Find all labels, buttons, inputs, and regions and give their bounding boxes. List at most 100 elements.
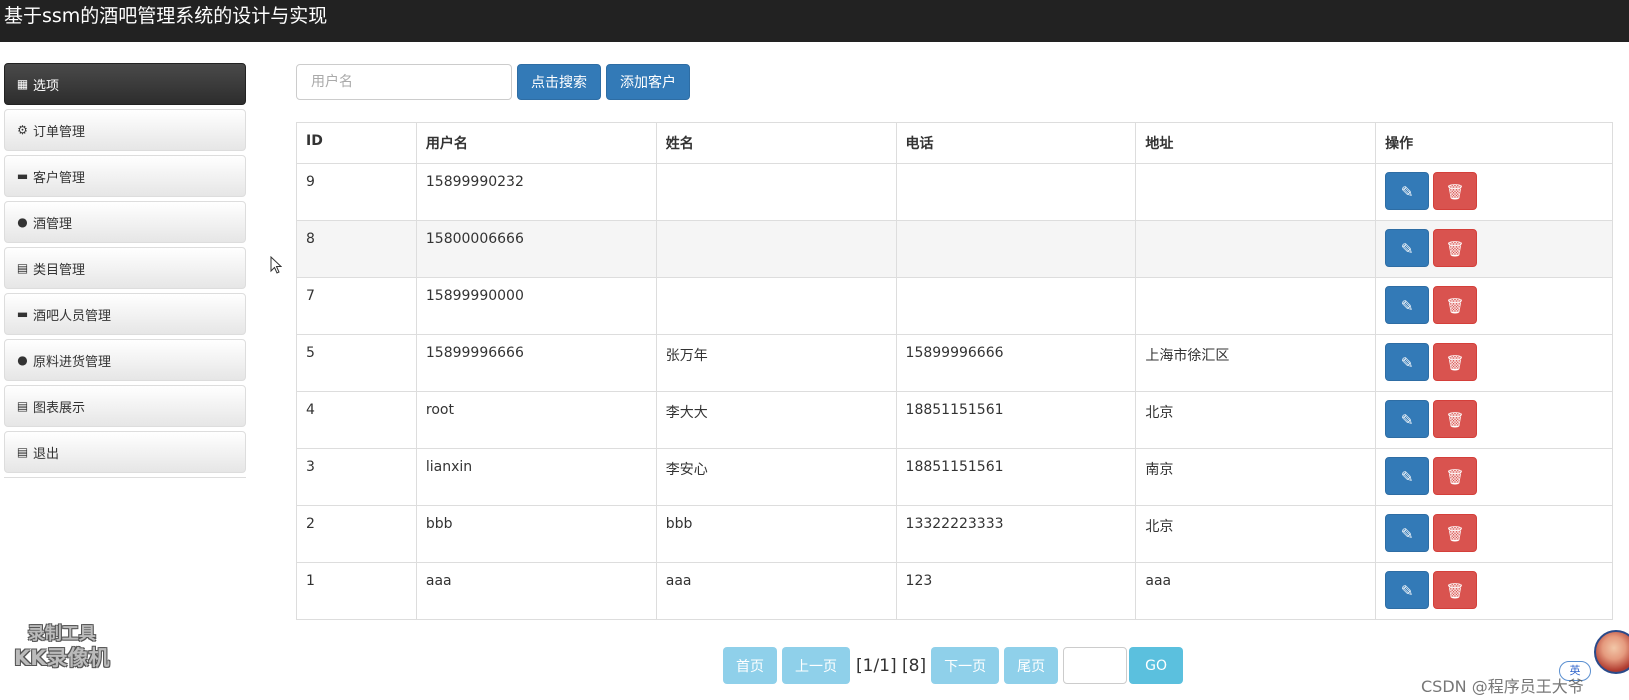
edit-button[interactable]: ✎ (1385, 514, 1430, 552)
table-row: 8 15800006666 ✎ 🗑 (296, 220, 1613, 278)
sidebar-item-label: 选项 (33, 78, 60, 94)
pencil-icon: ✎ (1400, 525, 1414, 543)
cell-username: 15899990000 (415, 277, 657, 335)
cell-username: 15899990232 (415, 163, 657, 221)
cell-address (1135, 277, 1377, 335)
edit-button[interactable]: ✎ (1385, 571, 1430, 609)
next-page-button[interactable]: 下一页 (931, 647, 1000, 684)
cell-address: 北京 (1135, 391, 1377, 449)
trash-icon: 🗑 (1445, 240, 1465, 258)
edit-button[interactable]: ✎ (1385, 343, 1430, 381)
cell-id: 7 (296, 277, 417, 335)
delete-button[interactable]: 🗑 (1433, 457, 1478, 495)
cell-actions: ✎ 🗑 (1375, 391, 1613, 449)
sidebar-item-label: 图表展示 (33, 400, 86, 416)
add-customer-button[interactable]: 添加客户 (606, 64, 690, 100)
column-header-phone: 电话 (895, 122, 1137, 164)
trash-icon: 🗑 (1445, 297, 1465, 315)
last-page-button[interactable]: 尾页 (1004, 647, 1059, 684)
table-row: 9 15899990232 ✎ 🗑 (296, 163, 1613, 221)
sidebar-item-customers[interactable]: ▬ 客户管理 (4, 155, 246, 197)
recorder-watermark: 录制工具 KK录像机 (14, 622, 110, 670)
cell-actions: ✎ 🗑 (1375, 505, 1613, 563)
page-number-input[interactable] (1063, 647, 1128, 684)
sidebar-item-orders[interactable]: ⚙ 订单管理 (4, 109, 246, 151)
prev-page-button[interactable]: 上一页 (782, 647, 850, 684)
delete-button[interactable]: 🗑 (1433, 514, 1478, 552)
table-header-row: ID 用户名 姓名 电话 地址 操作 (296, 122, 1613, 164)
cell-id: 2 (296, 505, 417, 563)
credit-card-icon: ▬ (16, 307, 29, 321)
cell-address: 北京 (1135, 505, 1377, 563)
cell-address (1135, 163, 1377, 221)
cell-name: bbb (655, 505, 897, 563)
calendar-icon: ▤ (16, 399, 29, 413)
delete-button[interactable]: 🗑 (1433, 286, 1478, 324)
pencil-icon: ✎ (1400, 354, 1414, 372)
cell-username: 15800006666 (415, 220, 657, 278)
cell-address: 南京 (1135, 448, 1377, 506)
sidebar: ▦ 选项 ⚙ 订单管理 ▬ 客户管理 ● 酒管理 ▤ 类目管理 ▬ 酒吧人员管理… (4, 63, 246, 478)
sidebar-item-purchasing[interactable]: ● 原料进货管理 (4, 339, 246, 381)
delete-button[interactable]: 🗑 (1433, 172, 1478, 210)
top-navbar: 基于ssm的酒吧管理系统的设计与实现 (0, 0, 1629, 42)
cell-address (1135, 220, 1377, 278)
grid-icon: ▦ (16, 77, 29, 91)
cell-phone (895, 163, 1137, 221)
pencil-icon: ✎ (1400, 582, 1414, 600)
first-page-button[interactable]: 首页 (723, 647, 777, 684)
cell-address: 上海市徐汇区 (1135, 334, 1377, 392)
edit-button[interactable]: ✎ (1385, 172, 1430, 210)
sidebar-item-label: 订单管理 (33, 124, 86, 140)
trash-icon: 🗑 (1445, 468, 1465, 486)
cell-name: 李安心 (655, 448, 897, 506)
pagination: 首页 上一页 [1/1] [8] 下一页 尾页 GO (723, 647, 1183, 684)
cell-phone: 18851151561 (895, 391, 1137, 449)
cell-phone: 18851151561 (895, 448, 1137, 506)
pencil-icon: ✎ (1400, 468, 1414, 486)
cell-username: bbb (415, 505, 657, 563)
credit-card-icon: ▬ (16, 169, 29, 183)
calendar-icon: ▤ (16, 261, 29, 275)
delete-button[interactable]: 🗑 (1433, 571, 1478, 609)
cell-name: aaa (655, 562, 897, 620)
cell-id: 4 (296, 391, 417, 449)
search-button[interactable]: 点击搜索 (517, 64, 601, 100)
edit-button[interactable]: ✎ (1385, 400, 1430, 438)
cell-username: root (415, 391, 657, 449)
cell-id: 9 (296, 163, 417, 221)
sidebar-item-label: 酒管理 (33, 216, 73, 232)
column-header-actions: 操作 (1375, 122, 1613, 164)
edit-button[interactable]: ✎ (1385, 457, 1430, 495)
globe-icon: ● (17, 215, 28, 229)
cell-name (655, 220, 897, 278)
avatar (1594, 630, 1629, 674)
csdn-credit: CSDN @程序员王大爷 (1421, 677, 1584, 696)
search-bar: 点击搜索 添加客户 (296, 64, 690, 100)
sidebar-item-wine[interactable]: ● 酒管理 (4, 201, 246, 243)
sidebar-item-options[interactable]: ▦ 选项 (4, 63, 246, 105)
delete-button[interactable]: 🗑 (1433, 229, 1478, 267)
table-row: 3 lianxin 李安心 18851151561 南京 ✎ 🗑 (296, 448, 1613, 506)
trash-icon: 🗑 (1445, 525, 1465, 543)
sidebar-item-staff[interactable]: ▬ 酒吧人员管理 (4, 293, 246, 335)
edit-button[interactable]: ✎ (1385, 229, 1430, 267)
sidebar-item-charts[interactable]: ▤ 图表展示 (4, 385, 246, 427)
app-title: 基于ssm的酒吧管理系统的设计与实现 (4, 5, 328, 27)
table-row: 5 15899996666 张万年 15899996666 上海市徐汇区 ✎ 🗑 (296, 334, 1613, 392)
delete-button[interactable]: 🗑 (1433, 400, 1478, 438)
trash-icon: 🗑 (1445, 183, 1465, 201)
cell-actions: ✎ 🗑 (1375, 163, 1613, 221)
delete-button[interactable]: 🗑 (1433, 343, 1478, 381)
go-button[interactable]: GO (1129, 647, 1183, 684)
sidebar-item-categories[interactable]: ▤ 类目管理 (4, 247, 246, 289)
trash-icon: 🗑 (1445, 354, 1465, 372)
sidebar-item-logout[interactable]: ▤ 退出 (4, 431, 246, 473)
search-input[interactable] (296, 64, 512, 100)
customer-table: ID 用户名 姓名 电话 地址 操作 9 15899990232 ✎ 🗑 8 15… (296, 122, 1613, 620)
edit-button[interactable]: ✎ (1385, 286, 1430, 324)
cell-name: 张万年 (655, 334, 897, 392)
table-row: 1 aaa aaa 123 aaa ✎ 🗑 (296, 562, 1613, 620)
cell-username: aaa (415, 562, 657, 620)
pencil-icon: ✎ (1400, 297, 1414, 315)
